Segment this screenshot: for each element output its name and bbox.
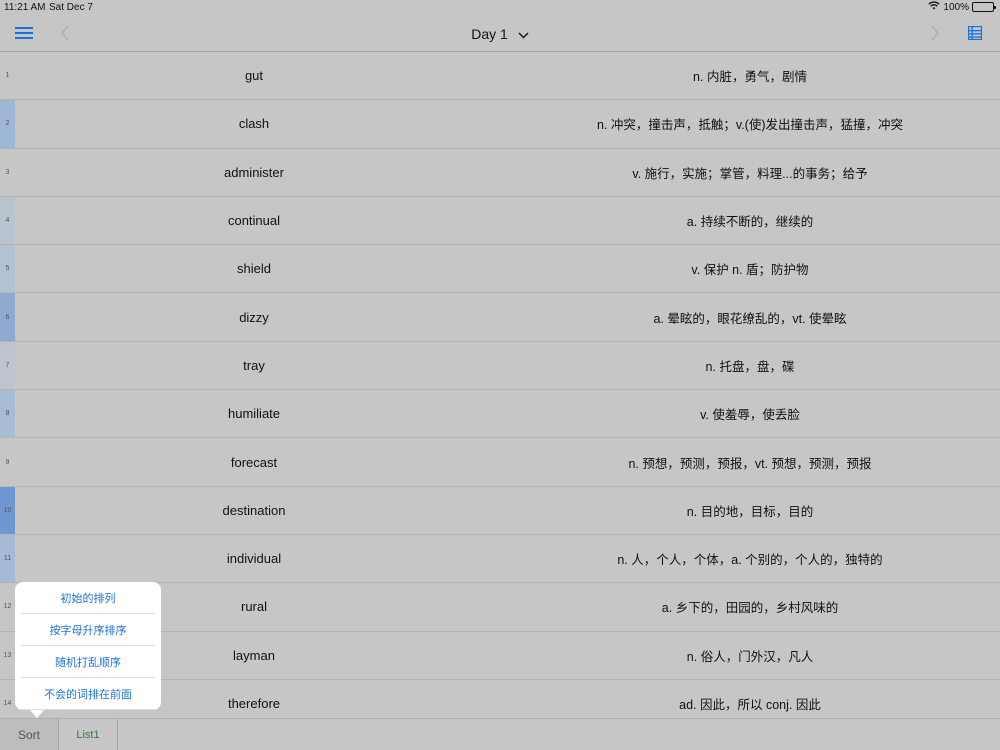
sort-button[interactable]: Sort [0,719,59,750]
word-cell: destination [222,502,286,518]
word-cell: humiliate [227,406,281,422]
meaning-cell: v. 使羞辱，使丢脸 [700,408,800,423]
table-row[interactable]: 7 tray n. 托盘，盘，碟 [0,341,1000,391]
sort-menu-popover: 初始的排列 按字母升序排序 随机打乱顺序 不会的词排在前面 [15,582,161,718]
sort-option[interactable]: 按字母升序排序 [21,614,155,646]
row-index: 10 [0,486,15,534]
meaning-cell: a. 晕眩的，眼花缭乱的，vt. 使晕眩 [653,311,847,326]
meaning-cell: n. 俗人，门外汉，凡人 [686,649,814,664]
table-row[interactable]: 8 humiliate v. 使羞辱，使丢脸 [0,390,1000,439]
row-index: 1 [5,72,10,80]
table-row[interactable]: 11 individual n. 人，个人，个体，a. 个别的，个人的，独特的 [0,534,1000,584]
row-index: 8 [0,390,15,438]
sort-option[interactable]: 初始的排列 [21,582,155,614]
row-index: 9 [5,458,10,466]
table-row[interactable]: 6 dizzy a. 晕眩的，眼花缭乱的，vt. 使晕眩 [0,293,1000,342]
bottom-tab-bar: Sort List1 [0,718,1000,750]
row-index: 4 [0,196,15,245]
wifi-icon [928,1,941,13]
row-index: 7 [0,341,15,390]
row-index: 12 [3,603,12,611]
meaning-cell: n. 托盘，盘，碟 [705,359,795,374]
word-cell: gut [244,68,264,84]
battery-icon [972,2,996,12]
meaning-cell: n. 预想，预测，预报，vt. 预想，预测，预报 [628,456,872,471]
meaning-cell: n. 内脏，勇气，剧情 [693,70,807,85]
meaning-cell: v. 施行，实施；掌管，料理...的事务；给予 [632,166,868,181]
row-index: 5 [0,245,15,293]
row-index: 2 [0,100,15,148]
list-icon[interactable] [962,21,988,45]
table-row[interactable]: 1 gut n. 内脏，勇气，剧情 [0,52,1000,101]
day-selector[interactable]: Day 1 [0,25,1000,42]
table-row[interactable]: 10 destination n. 目的地，目标，目的 [0,486,1000,535]
tab-list1[interactable]: List1 [59,719,118,750]
table-row[interactable]: 3 administer v. 施行，实施；掌管，料理...的事务；给予 [0,149,1000,197]
table-row[interactable]: 5 shield v. 保护 n. 盾；防护物 [0,245,1000,294]
table-row[interactable]: 9 forecast n. 预想，预测，预报，vt. 预想，预测，预报 [0,438,1000,487]
word-cell: administer [224,164,284,180]
word-cell: tray [243,357,265,373]
word-cell: forecast [230,454,278,470]
chevron-right-icon[interactable] [922,21,948,45]
table-row[interactable]: 4 continual a. 持续不断的，继续的 [0,196,1000,246]
status-bar: 11:21 AM Sat Dec 7 100% [0,0,1000,14]
status-right: 100% [928,1,996,13]
battery-percent: 100% [943,1,969,13]
table-row[interactable]: 2 clash n. 冲突，撞击声，抵触；v.(使)发出撞击声，猛撞，冲突 [0,100,1000,149]
word-cell: clash [238,116,270,132]
sort-option[interactable]: 不会的词排在前面 [21,678,155,710]
word-cell: dizzy [239,309,269,325]
meaning-cell: n. 人，个人，个体，a. 个别的，个人的，独特的 [617,553,883,568]
nav-bar: Day 1 [0,14,1000,52]
word-cell: individual [226,551,282,567]
word-cell: shield [237,261,271,277]
meaning-cell: v. 保护 n. 盾；防护物 [691,263,809,278]
status-time: 11:21 AM [4,2,46,13]
page-title: Day 1 [471,26,508,43]
meaning-cell: n. 冲突，撞击声，抵触；v.(使)发出撞击声，猛撞，冲突 [596,118,904,133]
meaning-cell: a. 乡下的，田园的，乡村风味的 [661,601,839,616]
chevron-down-icon [518,26,529,42]
row-index: 11 [0,534,15,583]
meaning-cell: n. 目的地，目标，目的 [686,504,814,519]
row-index: 13 [3,651,12,659]
sort-option[interactable]: 随机打乱顺序 [21,646,155,678]
popover-arrow [30,710,44,718]
word-cell: continual [227,213,281,229]
row-index: 3 [5,168,10,176]
status-date: Sat Dec 7 [49,2,93,13]
meaning-cell: a. 持续不断的，继续的 [686,215,814,230]
row-index: 6 [0,293,15,341]
